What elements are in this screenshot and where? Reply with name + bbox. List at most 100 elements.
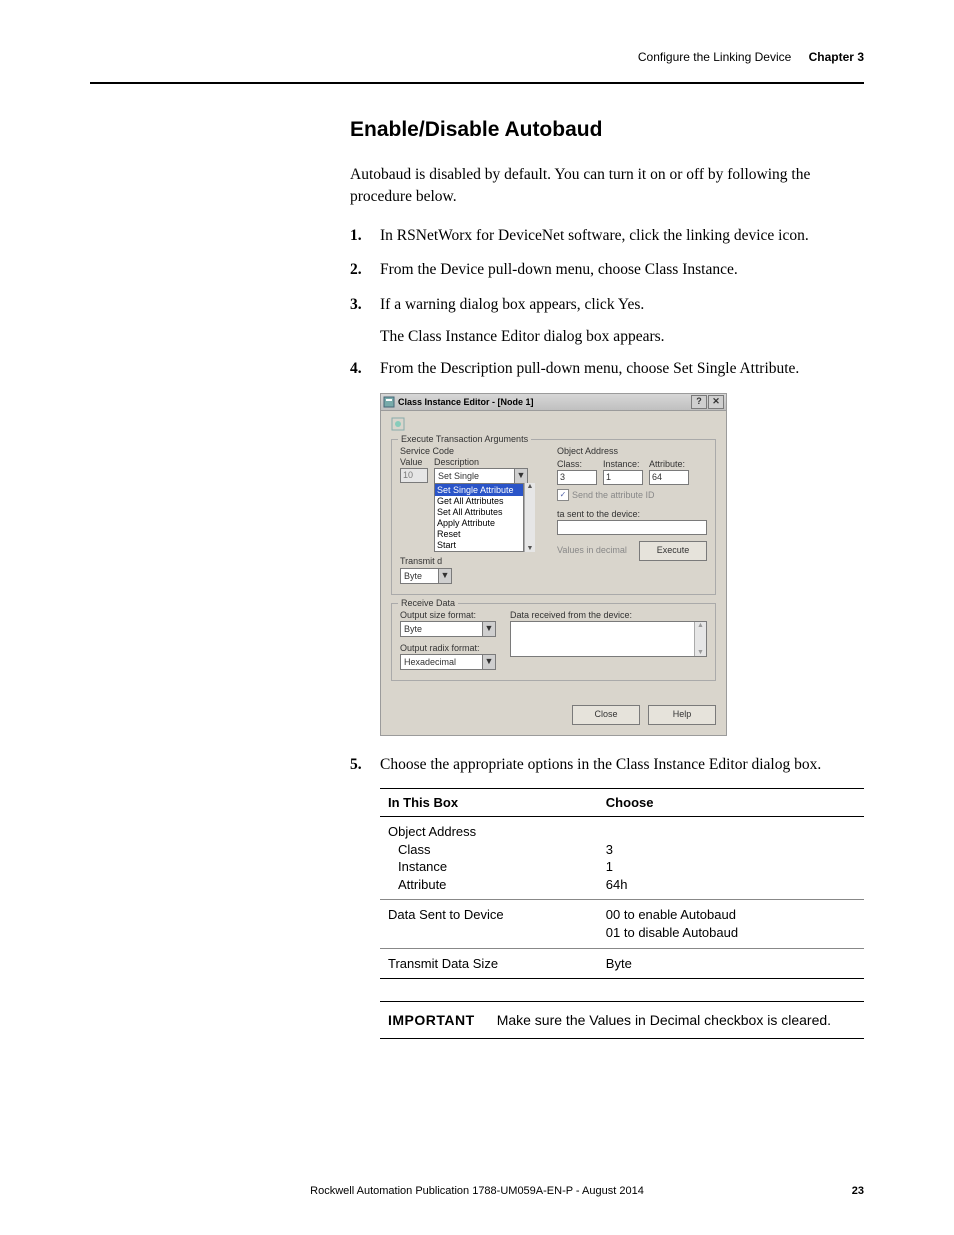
list-item[interactable]: Apply Attribute (435, 518, 523, 529)
table-row: Object Address Class Instance Attribute … (380, 817, 864, 900)
class-input[interactable]: 3 (557, 470, 597, 485)
instance-input[interactable]: 1 (603, 470, 643, 485)
textarea-scrollbar[interactable]: ▲▼ (694, 622, 706, 656)
execute-args-legend: Execute Transaction Arguments (398, 434, 531, 444)
output-radix-text: Hexadecimal (401, 655, 482, 669)
chevron-down-icon: ▼ (514, 469, 527, 483)
output-radix-dropdown[interactable]: Hexadecimal ▼ (400, 654, 496, 670)
important-callout: IMPORTANT Make sure the Values in Decima… (380, 1001, 864, 1039)
cell-val-64h: 64h (606, 876, 856, 894)
values-decimal-label: Values in decimal (557, 545, 627, 555)
checkbox-icon: ✓ (557, 489, 569, 501)
attribute-input[interactable]: 64 (649, 470, 689, 485)
header-rule (90, 82, 864, 84)
output-size-label: Output size format: (400, 610, 496, 620)
list-item[interactable]: Get All Attributes (435, 496, 523, 507)
list-item[interactable]: Set All Attributes (435, 507, 523, 518)
chevron-down-icon: ▼ (482, 622, 495, 636)
chevron-down-icon: ▼ (438, 569, 451, 583)
dialog-body: Execute Transaction Arguments Service Co… (381, 411, 726, 699)
value-input: 10 (400, 468, 428, 483)
data-received-label: Data received from the device: (510, 610, 707, 620)
header-chapter: Chapter 3 (809, 50, 864, 64)
chevron-down-icon: ▼ (482, 655, 495, 669)
value-label: Value (400, 457, 428, 467)
step-3: If a warning dialog box appears, click Y… (350, 294, 864, 316)
data-received-textarea[interactable]: ▲▼ (510, 621, 707, 657)
step-4: From the Description pull-down menu, cho… (350, 358, 864, 380)
section-heading: Enable/Disable Autobaud (350, 118, 864, 142)
list-item[interactable]: Start (435, 540, 523, 551)
close-button[interactable]: Close (572, 705, 640, 725)
step-5: Choose the appropriate options in the Cl… (350, 754, 864, 776)
transmit-size-text: Byte (401, 569, 438, 583)
cell-val-1: 1 (606, 858, 856, 876)
cell-transmit-size: Transmit Data Size (380, 948, 598, 979)
cell-data-sent: Data Sent to Device (380, 900, 598, 948)
page-footer: Rockwell Automation Publication 1788-UM0… (90, 1185, 864, 1197)
step-2: From the Device pull-down menu, choose C… (350, 259, 864, 281)
object-address-label: Object Address (557, 446, 707, 456)
cell-object-address: Object Address (388, 823, 590, 841)
transmit-size-dropdown[interactable]: Byte ▼ (400, 568, 452, 584)
transmit-label: Transmit d (400, 556, 442, 566)
important-label: IMPORTANT (388, 1012, 475, 1028)
dialog-screenshot-wrap: Class Instance Editor - [Node 1] ? ✕ Exe… (350, 393, 864, 736)
send-attribute-label: Send the attribute ID (572, 490, 655, 500)
description-label: Description (434, 457, 545, 467)
description-dropdown-text: Set Single Attribute (435, 469, 514, 483)
dialog-titlebar: Class Instance Editor - [Node 1] ? ✕ (381, 394, 726, 411)
execute-button[interactable]: Execute (639, 541, 707, 561)
dialog-title: Class Instance Editor - [Node 1] (398, 397, 691, 407)
step-1: In RSNetWorx for DeviceNet software, cli… (350, 225, 864, 247)
cell-class: Class (388, 841, 590, 859)
service-code-label: Service Code (400, 446, 545, 456)
cell-val-3: 3 (606, 841, 856, 859)
listbox-scrollbar[interactable]: ▲▼ (524, 483, 535, 552)
list-item[interactable]: Set Single Attribute (435, 484, 523, 496)
page: Configure the Linking Device Chapter 3 E… (0, 0, 954, 1235)
toolbar-icon[interactable] (391, 417, 716, 433)
options-table: In This Box Choose Object Address Class … (380, 788, 864, 979)
instance-label: Instance: (603, 459, 643, 469)
class-label: Class: (557, 459, 597, 469)
steps-list: In RSNetWorx for DeviceNet software, cli… (350, 225, 864, 316)
cell-byte: Byte (598, 948, 864, 979)
steps-list-cont: From the Description pull-down menu, cho… (350, 358, 864, 380)
description-dropdown[interactable]: Set Single Attribute ▼ (434, 468, 528, 484)
step-3-sub: The Class Instance Editor dialog box app… (350, 328, 864, 346)
receive-data-group: Receive Data Output size format: Byte ▼ … (391, 603, 716, 681)
options-th-box: In This Box (380, 789, 598, 817)
help-titlebar-button[interactable]: ? (691, 395, 707, 409)
execute-args-group: Execute Transaction Arguments Service Co… (391, 439, 716, 595)
attribute-label: Attribute: (649, 459, 689, 469)
content-area: Enable/Disable Autobaud Autobaud is disa… (350, 118, 864, 1039)
steps-list-cont2: Choose the appropriate options in the Cl… (350, 754, 864, 776)
options-th-choose: Choose (598, 789, 864, 817)
header-title: Configure the Linking Device (638, 50, 791, 64)
receive-data-legend: Receive Data (398, 598, 458, 608)
data-sent-input[interactable] (557, 520, 707, 535)
cell-attribute: Attribute (388, 876, 590, 894)
table-row: Data Sent to Device 00 to enable Autobau… (380, 900, 864, 948)
output-size-text: Byte (401, 622, 482, 636)
description-listbox[interactable]: Set Single Attribute Get All Attributes … (434, 483, 524, 552)
output-radix-label: Output radix format: (400, 643, 496, 653)
list-item[interactable]: Reset (435, 529, 523, 540)
help-button[interactable]: Help (648, 705, 716, 725)
close-titlebar-button[interactable]: ✕ (708, 395, 724, 409)
cell-disable: 01 to disable Autobaud (606, 924, 856, 942)
footer-publication: Rockwell Automation Publication 1788-UM0… (90, 1185, 864, 1197)
cell-instance: Instance (388, 858, 590, 876)
intro-paragraph: Autobaud is disabled by default. You can… (350, 164, 864, 209)
important-text: Make sure the Values in Decimal checkbox… (497, 1012, 831, 1028)
class-instance-editor-dialog: Class Instance Editor - [Node 1] ? ✕ Exe… (380, 393, 727, 736)
dialog-footer: Close Help (381, 699, 726, 735)
data-sent-label: ta sent to the device: (557, 509, 707, 519)
cell-enable: 00 to enable Autobaud (606, 906, 856, 924)
running-header: Configure the Linking Device Chapter 3 (90, 50, 864, 64)
send-attribute-checkbox-row[interactable]: ✓ Send the attribute ID (557, 489, 707, 501)
options-table-wrap: In This Box Choose Object Address Class … (350, 788, 864, 979)
output-size-dropdown[interactable]: Byte ▼ (400, 621, 496, 637)
table-row: Transmit Data Size Byte (380, 948, 864, 979)
